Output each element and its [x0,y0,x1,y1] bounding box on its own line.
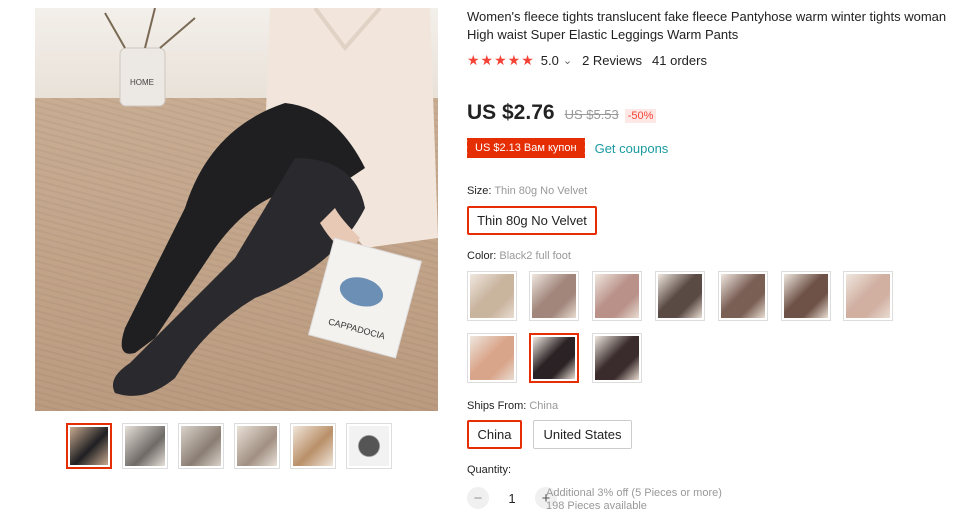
ships-from-selected-value: China [529,400,559,412]
size-label-text: Size: [467,185,495,197]
bulk-discount-text: Additional 3% off (5 Pieces or more) [546,487,722,499]
quantity-stepper: − 1 + [467,487,557,509]
color-swatch-5[interactable] [718,271,768,321]
color-swatch-6[interactable] [781,271,831,321]
quantity-input[interactable]: 1 [489,491,535,506]
quantity-minus-button[interactable]: − [467,487,489,509]
color-swatch-7[interactable] [843,271,893,321]
color-swatch-4[interactable] [655,271,705,321]
vase-label: HOME [130,78,154,87]
quantity-label: Quantity: [467,464,512,476]
ships-option-china[interactable]: China [467,420,522,449]
color-swatch-2[interactable] [529,271,579,321]
coupon-row: US $2.13 Вам купон Get coupons [465,138,669,158]
color-selected-value: Black2 full foot [499,250,571,262]
color-swatch-3[interactable] [592,271,642,321]
thumbnail-strip [66,423,392,469]
ships-from-label: Ships From: China [467,400,558,412]
original-price: US $5.53 [564,107,619,122]
color-label-text: Color: [467,250,500,262]
stock-available-text: 198 Pieces available [546,500,647,512]
color-swatch-8[interactable] [467,333,517,383]
main-product-image[interactable]: HOME CAPPADOCIA [35,8,438,411]
color-label: Color: Black2 full foot [467,250,571,262]
color-swatch-10[interactable] [592,333,642,383]
ships-from-label-text: Ships From: [467,400,530,412]
thumbnail-6[interactable] [346,423,392,469]
star-rating-icon: ★★★★★ [467,52,535,68]
size-option-thin-80g[interactable]: Thin 80g No Velvet [467,206,597,235]
thumbnail-3[interactable] [178,423,224,469]
ships-option-united-states[interactable]: United States [533,420,632,449]
size-label: Size: Thin 80g No Velvet [467,185,587,197]
thumbnail-4[interactable] [234,423,280,469]
orders-count: 41 orders [652,53,707,68]
model-illustration: HOME CAPPADOCIA [104,8,438,396]
coupon-badge[interactable]: US $2.13 Вам купон [465,138,585,158]
price-row: US $2.76 US $5.53 -50% [467,101,657,125]
discount-badge: -50% [624,109,657,123]
chevron-down-icon[interactable]: ⌄ [563,54,572,67]
color-swatch-1[interactable] [467,271,517,321]
thumbnail-5[interactable] [290,423,336,469]
reviews-link[interactable]: 2 Reviews [582,53,642,68]
current-price: US $2.76 [467,101,555,124]
rating-row: ★★★★★ 5.0 ⌄ 2 Reviews 41 orders [467,52,707,69]
thumbnail-1[interactable] [66,423,112,469]
quantity-info: Additional 3% off (5 Pieces or more) 198… [546,487,722,513]
product-title: Women's fleece tights translucent fake f… [467,9,947,42]
size-selected-value: Thin 80g No Velvet [494,185,588,197]
color-swatch-9-selected[interactable] [529,333,579,383]
rating-score: 5.0 [540,53,559,68]
thumbnail-2[interactable] [122,423,168,469]
get-coupons-link[interactable]: Get coupons [595,141,669,156]
